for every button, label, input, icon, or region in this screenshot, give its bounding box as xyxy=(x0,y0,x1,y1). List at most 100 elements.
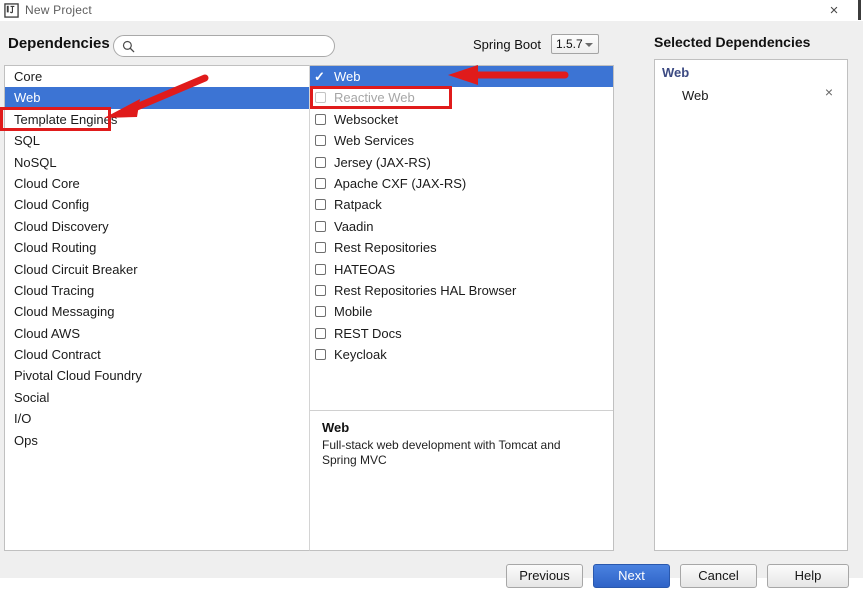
dependency-label: Websocket xyxy=(334,112,398,127)
dependency-label: REST Docs xyxy=(334,326,402,341)
category-label: Cloud Routing xyxy=(14,240,96,255)
category-label: Core xyxy=(14,69,42,84)
dependency-label: Rest Repositories HAL Browser xyxy=(334,283,516,298)
dependency-row[interactable]: Ratpack xyxy=(310,194,613,215)
category-row[interactable]: Cloud Circuit Breaker xyxy=(5,259,309,280)
checkbox-icon[interactable] xyxy=(315,264,326,275)
category-row[interactable]: Cloud Tracing xyxy=(5,280,309,301)
previous-button[interactable]: Previous xyxy=(506,564,583,588)
close-icon[interactable]: × xyxy=(823,2,845,19)
dependency-label: Web xyxy=(334,69,361,84)
chevron-down-icon xyxy=(585,43,593,47)
category-row[interactable]: SQL xyxy=(5,130,309,151)
checkbox-icon[interactable] xyxy=(315,135,326,146)
category-row[interactable]: Template Engines xyxy=(5,109,309,130)
category-label: Cloud Tracing xyxy=(14,283,94,298)
dependency-row[interactable]: HATEOAS xyxy=(310,259,613,280)
category-row[interactable]: I/O xyxy=(5,408,309,429)
dependency-label: Keycloak xyxy=(334,347,387,362)
category-list[interactable]: Core Web Template Engines SQL NoSQL Cloud Cor… xyxy=(4,65,309,551)
dependency-row[interactable]: ✓ Web xyxy=(310,66,613,87)
window-titlebar: New Project × xyxy=(0,0,863,22)
dependency-label: Jersey (JAX-RS) xyxy=(334,155,431,170)
dependency-row[interactable]: Web Services xyxy=(310,130,613,151)
checkbox-icon[interactable] xyxy=(315,285,326,296)
category-label: Cloud Discovery xyxy=(14,219,109,234)
category-label: I/O xyxy=(14,411,31,426)
category-label: Cloud Circuit Breaker xyxy=(14,262,138,277)
checkbox-icon[interactable] xyxy=(315,221,326,232)
category-row[interactable]: Cloud Routing xyxy=(5,237,309,258)
intellij-idea-icon xyxy=(4,3,19,18)
page-title: Dependencies xyxy=(8,35,110,52)
category-row[interactable]: Cloud Config xyxy=(5,194,309,215)
spring-boot-version-value: 1.5.7 xyxy=(556,37,583,51)
category-label: Cloud Contract xyxy=(14,347,101,362)
dependency-row[interactable]: Websocket xyxy=(310,109,613,130)
dependency-row[interactable]: Apache CXF (JAX-RS) xyxy=(310,173,613,194)
category-label: NoSQL xyxy=(14,155,57,170)
dependency-list-panel[interactable]: ✓ Web Reactive Web Websocket Web Services Jer… xyxy=(309,65,614,551)
search-box[interactable] xyxy=(113,35,335,57)
dependency-label: Apache CXF (JAX-RS) xyxy=(334,176,466,191)
checkbox-icon[interactable] xyxy=(315,92,326,103)
next-button[interactable]: Next xyxy=(593,564,670,588)
checkbox-checked-icon[interactable]: ✓ xyxy=(315,71,326,82)
dependency-row[interactable]: Reactive Web xyxy=(310,87,613,108)
dependency-row[interactable]: REST Docs xyxy=(310,323,613,344)
category-label: Social xyxy=(14,390,49,405)
selected-dependency-item: Web xyxy=(682,88,709,103)
category-label: SQL xyxy=(14,133,40,148)
category-row[interactable]: Cloud Contract xyxy=(5,344,309,365)
checkbox-icon[interactable] xyxy=(315,349,326,360)
category-row[interactable]: Social xyxy=(5,387,309,408)
dependency-label: HATEOAS xyxy=(334,262,395,277)
category-row[interactable]: Core xyxy=(5,66,309,87)
dependency-row[interactable]: Keycloak xyxy=(310,344,613,365)
dependency-label: Reactive Web xyxy=(334,90,415,105)
dependency-label: Ratpack xyxy=(334,197,382,212)
selected-dependencies-panel[interactable]: Web Web × xyxy=(654,59,848,551)
dependency-row[interactable]: Mobile xyxy=(310,301,613,322)
checkbox-icon[interactable] xyxy=(315,114,326,125)
category-row[interactable]: Cloud Discovery xyxy=(5,216,309,237)
new-project-dialog: Dependencies Spring Boot 1.5.7 Selected … xyxy=(0,21,863,578)
category-label: Web xyxy=(14,90,41,105)
spring-boot-version-select[interactable]: 1.5.7 xyxy=(551,34,599,54)
help-button[interactable]: Help xyxy=(767,564,849,588)
window-edge-marker xyxy=(858,0,861,20)
selected-group-header: Web xyxy=(662,65,689,80)
selected-dependencies-title: Selected Dependencies xyxy=(654,34,810,50)
checkbox-icon[interactable] xyxy=(315,199,326,210)
category-label: Cloud Core xyxy=(14,176,80,191)
description-divider xyxy=(310,410,614,411)
dependency-row[interactable]: Rest Repositories xyxy=(310,237,613,258)
checkbox-icon[interactable] xyxy=(315,242,326,253)
description-title: Web xyxy=(322,420,607,435)
category-label: Pivotal Cloud Foundry xyxy=(14,368,142,383)
category-row[interactable]: Ops xyxy=(5,430,309,451)
dependency-label: Rest Repositories xyxy=(334,240,437,255)
dependency-row[interactable]: Rest Repositories HAL Browser xyxy=(310,280,613,301)
category-row[interactable]: Web xyxy=(5,87,309,108)
category-row[interactable]: NoSQL xyxy=(5,152,309,173)
checkbox-icon[interactable] xyxy=(315,328,326,339)
category-row[interactable]: Pivotal Cloud Foundry xyxy=(5,365,309,386)
category-label: Cloud Messaging xyxy=(14,304,114,319)
remove-dependency-icon[interactable]: × xyxy=(825,85,833,99)
checkbox-icon[interactable] xyxy=(315,157,326,168)
dependency-row[interactable]: Jersey (JAX-RS) xyxy=(310,152,613,173)
search-input[interactable] xyxy=(140,38,330,57)
dependency-row[interactable]: Vaadin xyxy=(310,216,613,237)
category-row[interactable]: Cloud AWS xyxy=(5,323,309,344)
cancel-button[interactable]: Cancel xyxy=(680,564,757,588)
dependency-label: Web Services xyxy=(334,133,414,148)
dependency-description: Web Full-stack web development with Tomc… xyxy=(322,420,607,468)
category-row[interactable]: Cloud Core xyxy=(5,173,309,194)
category-row[interactable]: Cloud Messaging xyxy=(5,301,309,322)
checkbox-icon[interactable] xyxy=(315,178,326,189)
spring-boot-label: Spring Boot xyxy=(473,37,541,52)
category-label: Ops xyxy=(14,433,38,448)
category-label: Cloud AWS xyxy=(14,326,80,341)
checkbox-icon[interactable] xyxy=(315,306,326,317)
